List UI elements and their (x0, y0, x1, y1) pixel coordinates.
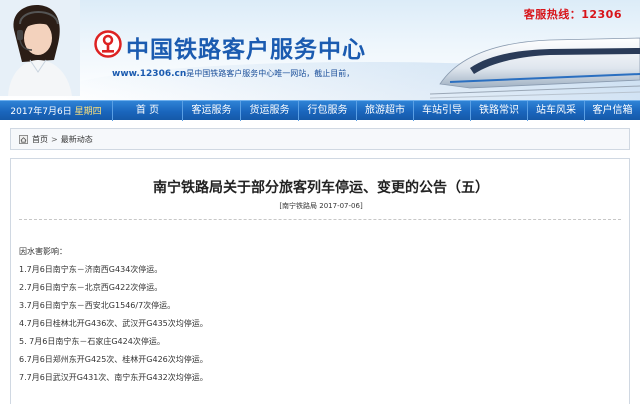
nav-item-freight-service[interactable]: 货运服务 (240, 100, 298, 121)
site-header: 客服热线：12306 中国铁路客户服务中心 www.12306.cn是中国铁路客… (0, 0, 640, 100)
article-line: 3.7月6日南宁东－西安北G1546/7次停运。 (19, 301, 176, 310)
article-line: 1.7月6日南宁东－济南西G434次停运。 (19, 265, 163, 274)
main-nav-bar: 2017年7月6日 星期四 首 页 客运服务 货运服务 行包服务 旅游超市 车站… (0, 100, 640, 121)
nav-item-passenger-service[interactable]: 客运服务 (182, 100, 240, 121)
site-slogan: 是中国铁路客户服务中心唯一网站，截止目前， (186, 69, 355, 78)
site-url-link[interactable]: www.12306.cn (112, 69, 186, 79)
article-divider (19, 219, 621, 220)
nav-date-text: 2017年7月6日 (10, 107, 72, 117)
breadcrumb: 首页 > 最新动态 (10, 128, 630, 150)
site-url-line: www.12306.cn是中国铁路客户服务中心唯一网站，截止目前， (112, 68, 354, 79)
article-body: 因水害影响： 1.7月6日南宁东－济南西G434次停运。 2.7月6日南宁东－北… (19, 243, 619, 387)
article-panel: 南宁铁路局关于部分旅客列车停运、变更的公告（五） [南宁铁路局 2017-07-… (10, 158, 630, 404)
article-line: 5. 7月6日南宁东－石家庄G424次停运。 (19, 337, 165, 346)
site-title: 中国铁路客户服务中心 (126, 36, 366, 63)
high-speed-train-image (430, 37, 640, 99)
china-railway-logo-icon (94, 30, 122, 58)
nav-item-parcel-service[interactable]: 行包服务 (298, 100, 356, 121)
nav-item-station-style[interactable]: 站车风采 (527, 100, 584, 121)
customer-service-agent-image (0, 0, 80, 96)
nav-item-railway-knowledge[interactable]: 铁路常识 (470, 100, 527, 121)
breadcrumb-home-link[interactable]: 首页 (32, 134, 48, 145)
breadcrumb-separator: > (51, 134, 58, 144)
breadcrumb-current-link[interactable]: 最新动态 (61, 134, 93, 145)
article-line: 6.7月6日郑州东开G425次、桂林开G426次均停运。 (19, 355, 208, 364)
nav-weekday: 星期四 (74, 107, 102, 117)
article-line: 4.7月6日桂林北开G436次、武汉开G435次均停运。 (19, 319, 208, 328)
article-line: 2.7月6日南宁东－北京西G422次停运。 (19, 283, 163, 292)
nav-item-station-guide[interactable]: 车站引导 (413, 100, 470, 121)
article-meta: [南宁铁路局 2017-07-06] (279, 202, 363, 210)
home-icon (19, 134, 28, 144)
nav-date: 2017年7月6日 星期四 (0, 104, 112, 117)
nav-item-customer-mailbox[interactable]: 客户信箱 (584, 100, 640, 121)
nav-item-travel-market[interactable]: 旅游超市 (356, 100, 413, 121)
article-line: 因水害影响： (19, 247, 67, 256)
nav-item-home[interactable]: 首 页 (112, 100, 182, 121)
article-line: 7.7月6日武汉开G431次、南宁东开G432次均停运。 (19, 373, 208, 382)
article-title: 南宁铁路局关于部分旅客列车停运、变更的公告（五） (153, 180, 489, 196)
hotline-text: 客服热线：12306 (523, 8, 622, 21)
